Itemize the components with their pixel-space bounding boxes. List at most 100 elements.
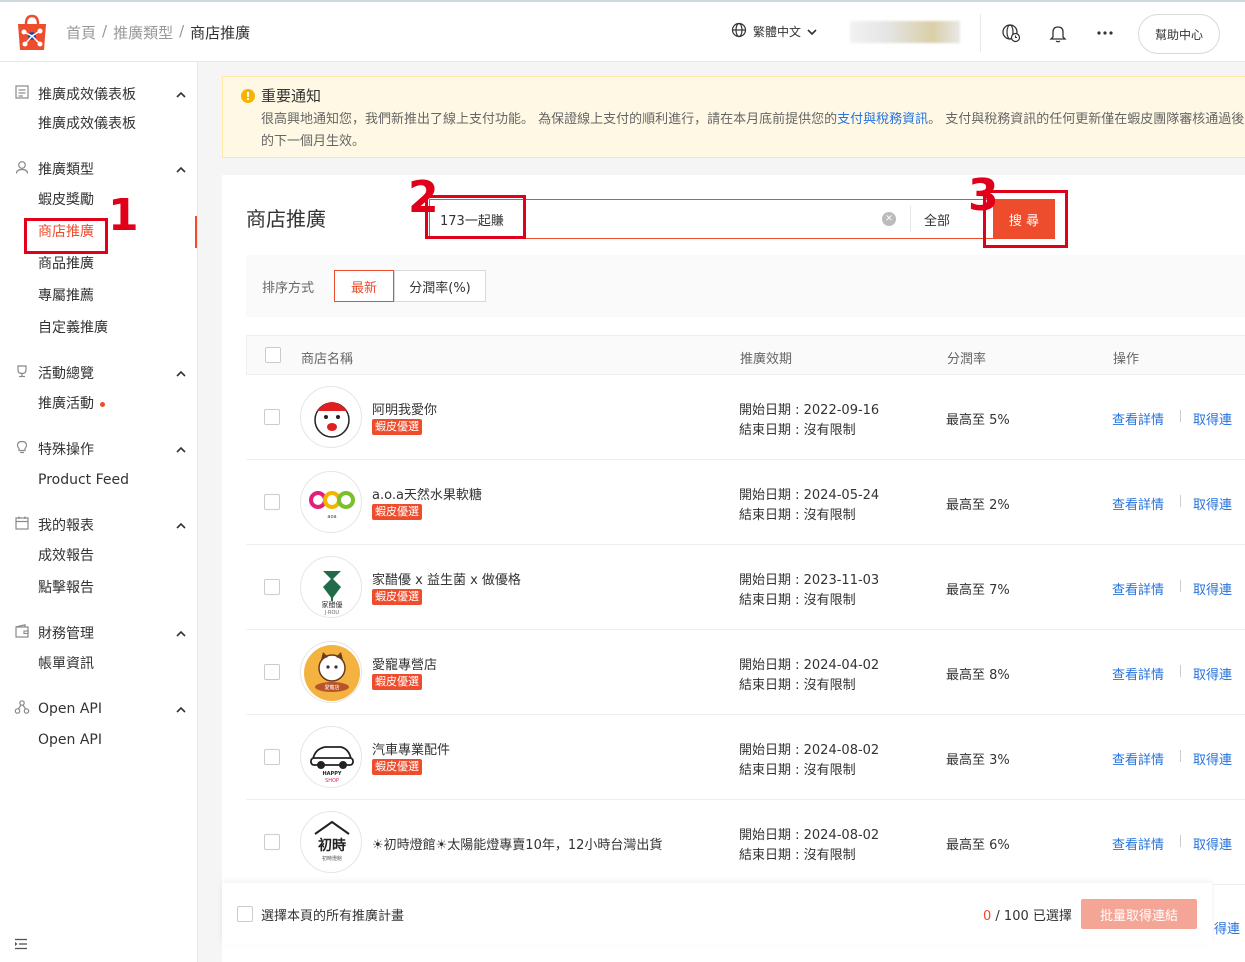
user-account-blurred[interactable]	[850, 21, 960, 43]
breadcrumb-promotion-type[interactable]: 推廣類型	[113, 22, 173, 43]
sidebar-section-open-api[interactable]: Open API	[14, 699, 186, 719]
shop-name[interactable]: 愛寵專營店	[372, 654, 437, 673]
chevron-up-icon	[176, 702, 186, 718]
sidebar-section-finance[interactable]: 財務管理	[14, 623, 186, 643]
get-link-link[interactable]: 取得連	[1193, 494, 1232, 513]
end-date: 結束日期 : 沒有限制	[739, 763, 856, 778]
notice-text: 很高興地通知您，我們新推出了線上支付功能。 為保證線上支付的順利進行，請在本月底…	[261, 112, 838, 127]
chevron-up-icon	[176, 162, 186, 178]
view-details-link[interactable]: 查看詳情	[1112, 749, 1164, 768]
breadcrumb-separator: /	[179, 22, 185, 40]
view-details-link[interactable]: 查看詳情	[1112, 834, 1164, 853]
commission-rate: 最高至 5%	[946, 413, 1010, 428]
shop-name[interactable]: a.o.a天然水果軟糖	[372, 484, 482, 503]
get-link-link[interactable]: 取得連	[1193, 749, 1232, 768]
shop-name[interactable]: 汽車專業配件	[372, 739, 450, 758]
view-details-link[interactable]: 查看詳情	[1112, 579, 1164, 598]
globe-icon	[731, 22, 747, 41]
clear-icon[interactable]: ✕	[882, 212, 896, 226]
collapse-sidebar-icon[interactable]	[14, 938, 28, 954]
chevron-up-icon	[176, 518, 186, 534]
language-selector[interactable]: 繁體中文	[731, 22, 817, 41]
page-title: 商店推廣	[246, 207, 326, 231]
sidebar-section-special-operations[interactable]: 特殊操作	[14, 439, 186, 459]
start-date: 開始日期 : 2022-09-16	[739, 403, 880, 418]
notice-title: 重要通知	[261, 87, 322, 105]
shopee-affiliate-logo-icon[interactable]	[14, 14, 50, 52]
shop-name[interactable]: 阿明我愛你	[372, 399, 437, 418]
link-divider	[1180, 410, 1181, 422]
help-center-button[interactable]: 幫助中心	[1138, 14, 1220, 54]
preferred-badge: 蝦皮優選	[372, 674, 422, 690]
sidebar-item-performance-report[interactable]: 成效報告	[38, 546, 94, 566]
sidebar-item-billing-info[interactable]: 帳單資訊	[38, 654, 94, 674]
logo-text: aoa	[327, 514, 336, 520]
logo-subtext: J·ROU	[324, 610, 339, 616]
sidebar-item-custom-promotion[interactable]: 自定義推廣	[38, 318, 108, 338]
logo-text: 愛寵店	[324, 684, 339, 691]
notification-dot	[100, 401, 105, 407]
sidebar-item-click-report[interactable]: 點擊報告	[38, 578, 94, 598]
api-icon	[14, 699, 30, 719]
view-details-link[interactable]: 查看詳情	[1112, 494, 1164, 513]
wallet-icon	[14, 623, 30, 643]
header-divider	[980, 14, 981, 52]
sidebar-item-product-feed[interactable]: Product Feed	[38, 470, 129, 490]
preferred-badge: 蝦皮優選	[372, 504, 422, 520]
sidebar-item-label: 推廣活動	[38, 396, 94, 412]
logo-subtext: SHOP	[325, 778, 339, 784]
shop-name[interactable]: ☀初時燈館☀太陽能燈專賣10年，12小時台灣出貨	[372, 834, 662, 853]
get-link-link[interactable]: 取得連	[1193, 409, 1232, 428]
sidebar-section-label: 我的報表	[38, 518, 94, 534]
shop-name[interactable]: 家醋優 x 益生菌 x 做優格	[372, 569, 521, 588]
sidebar-item-promotion-activities[interactable]: 推廣活動	[38, 394, 105, 414]
select-page-label: 選擇本頁的所有推廣計畫	[261, 909, 405, 924]
sidebar-section-dashboard[interactable]: 推廣成效儀表板	[14, 84, 186, 104]
shop-logo-image: 初時 初時燈館	[300, 811, 362, 873]
sidebar-section-label: 活動總覽	[38, 366, 94, 382]
shop-promotion-card: 商店推廣 ✕ 全部 搜 尋 排序方式 最新 分潤率(%) 商店名稱 推廣效期 分…	[222, 175, 1245, 962]
sidebar-item-dashboard[interactable]: 推廣成效儀表板	[38, 114, 136, 134]
batch-get-links-button[interactable]: 批量取得連結	[1081, 899, 1197, 929]
row-checkbox[interactable]	[264, 579, 280, 595]
get-link-link[interactable]: 取得連	[1193, 664, 1232, 683]
sidebar-item-product-promotion[interactable]: 商品推廣	[38, 254, 94, 274]
sidebar-item-shopee-rewards[interactable]: 蝦皮獎勵	[38, 190, 94, 210]
search-divider	[910, 206, 911, 232]
table-row: 初時 初時燈館 ☀初時燈館☀太陽能燈專賣10年，12小時台灣出貨 開始日期 : 2…	[246, 800, 1245, 885]
row-checkbox[interactable]	[264, 664, 280, 680]
row-checkbox[interactable]	[264, 494, 280, 510]
table-row: aoa a.o.a天然水果軟糖 蝦皮優選 開始日期 : 2024-05-24 結…	[246, 460, 1245, 545]
sidebar-section-activities[interactable]: 活動總覽	[14, 363, 186, 383]
get-link-link[interactable]: 取得連	[1193, 834, 1232, 853]
sort-latest-button[interactable]: 最新	[334, 270, 394, 302]
get-link-link[interactable]: 得連	[1214, 918, 1240, 937]
sidebar-section-reports[interactable]: 我的報表	[14, 515, 186, 535]
annotation-box-1	[24, 218, 108, 254]
view-details-link[interactable]: 查看詳情	[1112, 409, 1164, 428]
get-link-link[interactable]: 取得連	[1193, 579, 1232, 598]
sort-commission-button[interactable]: 分潤率(%)	[394, 270, 486, 302]
select-page-checkbox[interactable]	[237, 906, 253, 922]
row-checkbox[interactable]	[264, 749, 280, 765]
sidebar-section-promotion-type[interactable]: 推廣類型	[14, 159, 186, 179]
select-all-checkbox[interactable]	[265, 347, 281, 363]
commission-rate: 最高至 2%	[946, 498, 1010, 513]
more-icon[interactable]	[1094, 22, 1116, 44]
shop-logo-image: aoa	[300, 471, 362, 533]
timezone-icon[interactable]	[1000, 22, 1022, 44]
payment-tax-info-link[interactable]: 支付與稅務資訊	[837, 112, 928, 127]
commission-rate: 最高至 3%	[946, 753, 1010, 768]
row-checkbox[interactable]	[264, 834, 280, 850]
sidebar-item-exclusive-recommendation[interactable]: 專屬推薦	[38, 286, 94, 306]
bell-icon[interactable]	[1047, 22, 1069, 44]
row-checkbox[interactable]	[264, 409, 280, 425]
table-row: 阿明我愛你 蝦皮優選 開始日期 : 2022-09-16 結束日期 : 沒有限制…	[246, 375, 1245, 460]
sidebar-item-open-api[interactable]: Open API	[38, 730, 102, 750]
breadcrumb-current: 商店推廣	[190, 24, 251, 42]
view-details-link[interactable]: 查看詳情	[1112, 664, 1164, 683]
logo-text: 初時	[318, 837, 346, 854]
selected-suffix: 已選擇	[1032, 909, 1072, 924]
breadcrumb-home[interactable]: 首頁	[66, 22, 96, 43]
column-validity: 推廣效期	[740, 352, 793, 367]
